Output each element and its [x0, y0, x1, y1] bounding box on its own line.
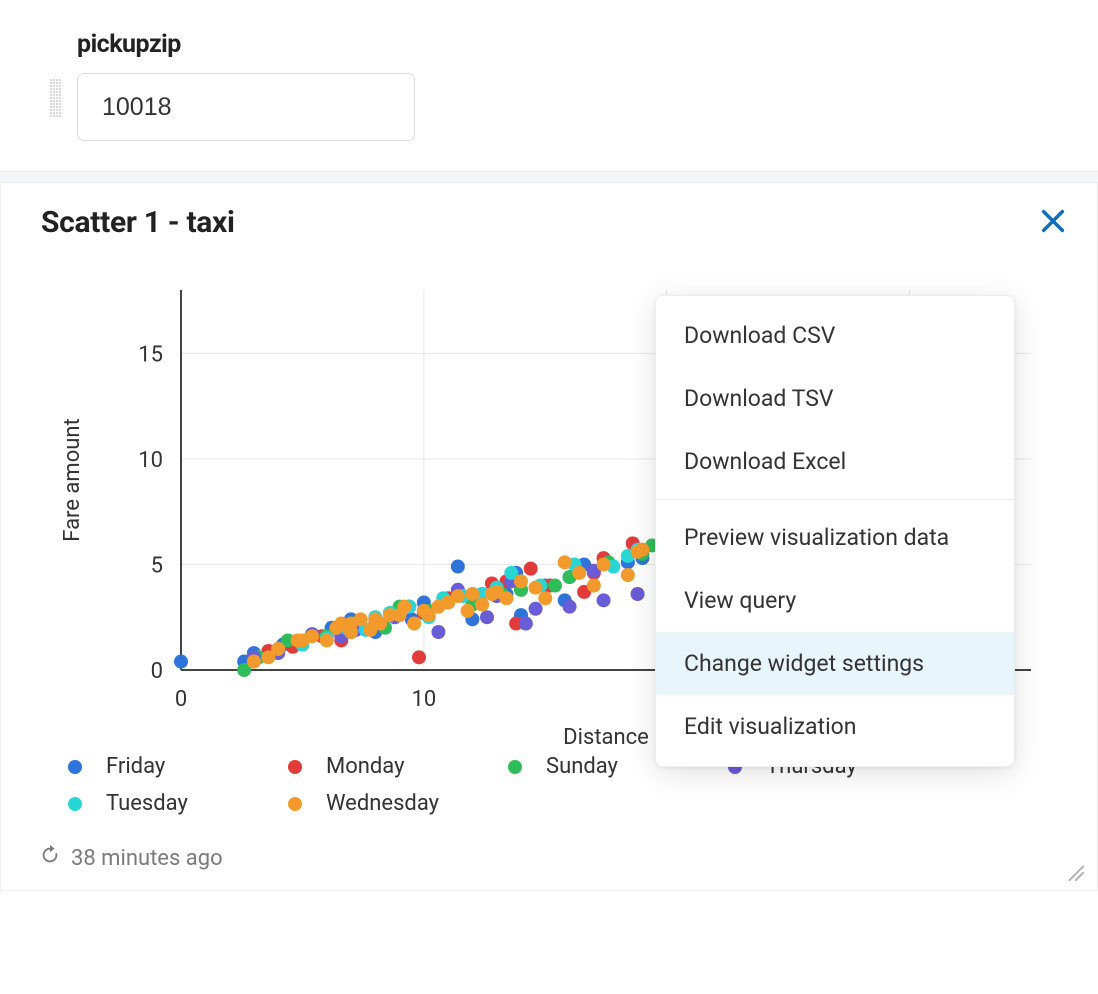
- data-point: [465, 587, 479, 601]
- menu-item-preview-visualization-data[interactable]: Preview visualization data: [656, 506, 1014, 569]
- close-icon[interactable]: [1039, 207, 1067, 239]
- data-point: [431, 625, 445, 639]
- data-point: [320, 633, 334, 647]
- svg-text:Distance: Distance: [563, 725, 649, 750]
- legend-dot-icon: [508, 760, 522, 774]
- legend-label: Sunday: [546, 754, 618, 779]
- legend-item[interactable]: Friday: [68, 754, 288, 779]
- data-point: [529, 602, 543, 616]
- data-point: [354, 612, 368, 626]
- legend-label: Monday: [326, 754, 405, 779]
- data-point: [558, 555, 572, 569]
- data-point: [407, 617, 421, 631]
- data-point: [635, 543, 649, 557]
- data-point: [412, 650, 426, 664]
- data-point: [548, 579, 562, 593]
- status-row: 38 minutes ago: [1, 816, 1097, 890]
- menu-item-change-widget-settings[interactable]: Change widget settings: [656, 632, 1014, 695]
- data-point: [271, 642, 285, 656]
- data-point: [247, 655, 261, 669]
- legend-dot-icon: [68, 797, 82, 811]
- legend-dot-icon: [288, 760, 302, 774]
- data-point: [572, 566, 586, 580]
- data-point: [621, 568, 635, 582]
- widget-title: Scatter 1 - taxi: [41, 205, 235, 240]
- data-point: [631, 587, 645, 601]
- data-point: [538, 591, 552, 605]
- filter-panel: pickupzip: [0, 0, 1098, 171]
- drag-handle-icon[interactable]: [50, 79, 60, 135]
- data-point: [461, 604, 475, 618]
- svg-text:10: 10: [411, 687, 436, 712]
- legend-item[interactable]: Tuesday: [68, 791, 288, 816]
- divider: [0, 171, 1098, 183]
- filter-label: pickupzip: [77, 30, 1048, 59]
- resize-handle-icon[interactable]: [1063, 860, 1085, 882]
- menu-item-view-query[interactable]: View query: [656, 569, 1014, 632]
- data-point: [529, 581, 543, 595]
- svg-text:Fare amount: Fare amount: [60, 418, 85, 541]
- status-text: 38 minutes ago: [71, 846, 223, 871]
- svg-text:15: 15: [138, 342, 163, 367]
- data-point: [305, 629, 319, 643]
- legend-label: Tuesday: [106, 791, 188, 816]
- legend-dot-icon: [68, 760, 82, 774]
- data-point: [451, 560, 465, 574]
- data-point: [597, 593, 611, 607]
- data-point: [597, 557, 611, 571]
- pickupzip-input[interactable]: [77, 73, 415, 141]
- data-point: [587, 579, 601, 593]
- data-point: [174, 655, 188, 669]
- legend-item[interactable]: Monday: [288, 754, 508, 779]
- svg-text:5: 5: [151, 553, 163, 578]
- menu-item-download-excel[interactable]: Download Excel: [656, 430, 1014, 493]
- svg-text:10: 10: [138, 448, 163, 473]
- data-point: [519, 617, 533, 631]
- legend-label: Wednesday: [326, 791, 439, 816]
- menu-separator: [656, 499, 1014, 500]
- refresh-icon: [39, 844, 61, 872]
- data-point: [499, 591, 513, 605]
- menu-item-edit-visualization[interactable]: Edit visualization: [656, 695, 1014, 758]
- data-point: [514, 574, 528, 588]
- data-point: [451, 589, 465, 603]
- legend-dot-icon: [288, 797, 302, 811]
- data-point: [475, 598, 489, 612]
- data-point: [524, 562, 538, 576]
- widget-menu[interactable]: Download CSVDownload TSVDownload Excel Pr…: [655, 295, 1015, 767]
- legend-item[interactable]: Wednesday: [288, 791, 508, 816]
- menu-item-download-tsv[interactable]: Download TSV: [656, 367, 1014, 430]
- menu-item-download-csv[interactable]: Download CSV: [656, 304, 1014, 367]
- data-point: [480, 610, 494, 624]
- legend-label: Friday: [106, 754, 165, 779]
- svg-text:0: 0: [175, 687, 187, 712]
- data-point: [563, 600, 577, 614]
- svg-text:0: 0: [151, 659, 163, 684]
- data-point: [397, 600, 411, 614]
